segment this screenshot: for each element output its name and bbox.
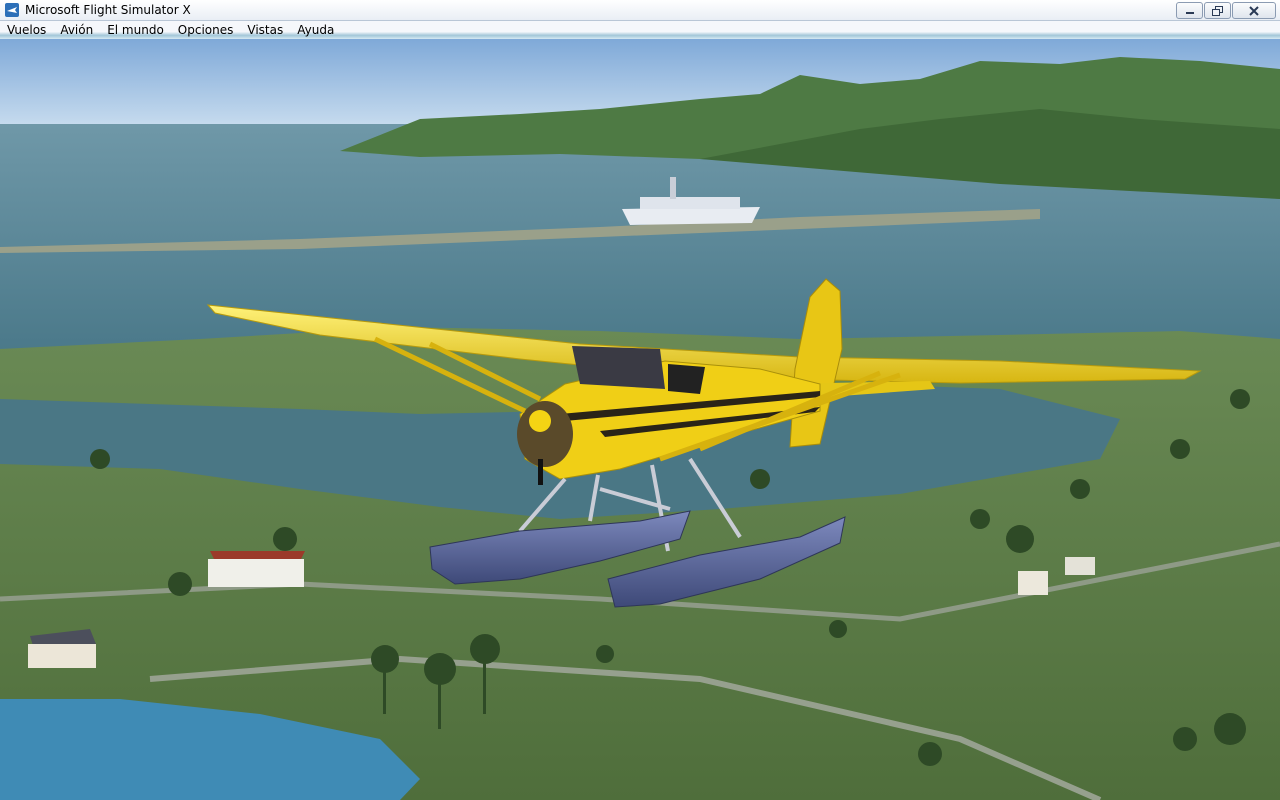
small-house-2: [1065, 557, 1095, 575]
menu-vistas[interactable]: Vistas: [242, 23, 290, 37]
flight-simulator-app-icon[interactable]: [5, 3, 19, 17]
close-icon: [1249, 5, 1259, 16]
close-button[interactable]: [1232, 2, 1276, 19]
menu-el-mundo[interactable]: El mundo: [102, 23, 171, 37]
propeller-blade: [538, 459, 543, 485]
white-house-building: [208, 551, 305, 587]
cockpit-window: [572, 346, 665, 389]
restore-icon: [1211, 5, 1223, 16]
minimize-icon: [1185, 11, 1194, 14]
minimize-button[interactable]: [1176, 2, 1203, 19]
flight-view[interactable]: [0, 39, 1280, 800]
menu-vuelos[interactable]: Vuelos: [2, 23, 53, 37]
menu-bar: Vuelos Avión El mundo Opciones Vistas Ay…: [0, 21, 1280, 39]
small-house: [1018, 571, 1048, 595]
propeller-spinner: [529, 410, 551, 432]
restore-button[interactable]: [1204, 2, 1231, 19]
menu-opciones[interactable]: Opciones: [173, 23, 241, 37]
window-title: Microsoft Flight Simulator X: [25, 3, 191, 17]
title-bar: Microsoft Flight Simulator X: [0, 0, 1280, 21]
side-window: [668, 364, 705, 394]
menu-avion[interactable]: Avión: [55, 23, 100, 37]
menu-ayuda[interactable]: Ayuda: [292, 23, 341, 37]
engine-cowl: [517, 401, 573, 467]
window-controls: [1176, 2, 1276, 19]
